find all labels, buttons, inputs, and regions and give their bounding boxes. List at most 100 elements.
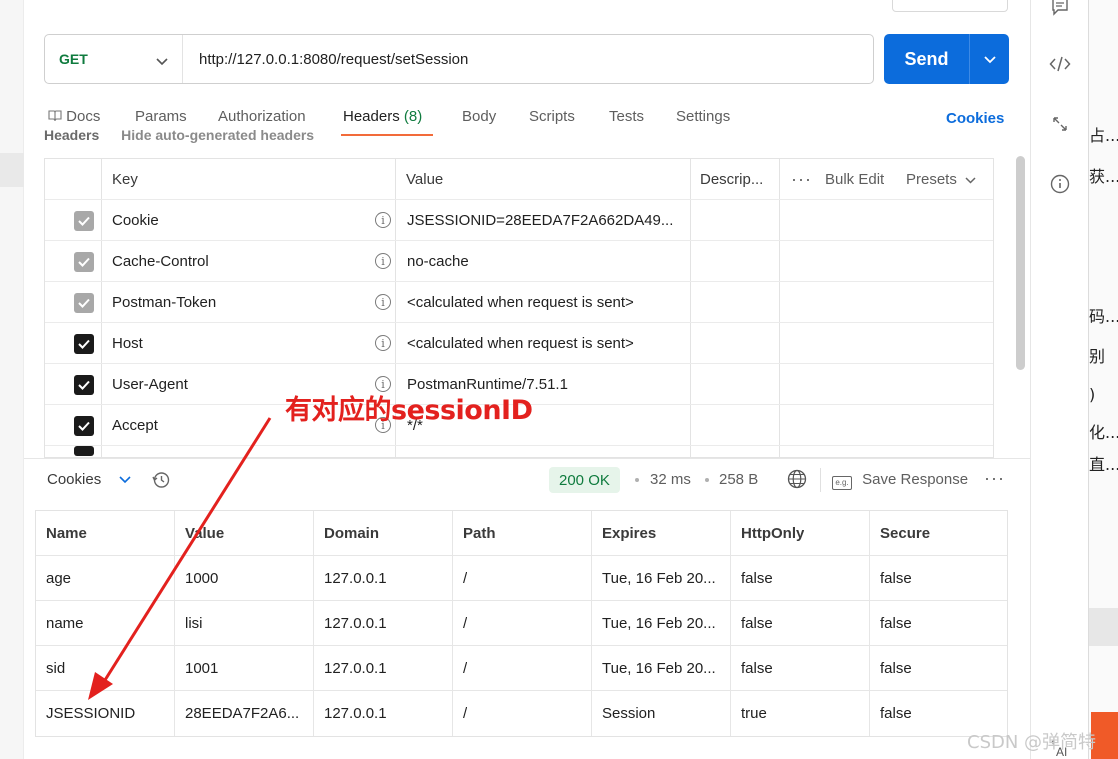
header-row: Cookie i JSESSIONID=28EEDA7F2A662DA49... [45, 200, 993, 241]
cookie-secure: false [880, 705, 912, 722]
tab-docs[interactable]: Docs [48, 108, 100, 125]
related-collections-icon[interactable] [1048, 112, 1072, 136]
cookie-domain: 127.0.0.1 [324, 570, 387, 587]
info-icon[interactable]: i [375, 253, 391, 269]
cookies-link[interactable]: Cookies [946, 110, 1004, 127]
header-enabled-checkbox[interactable] [74, 210, 94, 231]
header-value[interactable]: no-cache [407, 241, 469, 282]
cookie-name: JSESSIONID [46, 705, 136, 722]
chevron-down-icon [983, 51, 996, 67]
method-label: GET [59, 51, 88, 67]
cookie-path: / [463, 615, 468, 632]
cookie-path: / [463, 705, 468, 722]
response-time[interactable]: 32 ms [650, 471, 691, 488]
tab-tests[interactable]: Tests [609, 108, 644, 125]
table-row[interactable]: sid 1001 127.0.0.1 / Tue, 16 Feb 20... f… [36, 646, 1007, 691]
background-text: 码... [1089, 307, 1118, 326]
header-enabled-checkbox[interactable] [74, 292, 94, 313]
info-icon[interactable]: i [375, 294, 391, 310]
cookie-domain: 127.0.0.1 [324, 615, 387, 632]
cookie-value: 28EEDA7F2A6... [185, 705, 300, 722]
background-text: 获... [1089, 167, 1118, 186]
header-enabled-checkbox[interactable] [74, 446, 94, 456]
column-value: Value [406, 171, 444, 188]
method-select[interactable]: GET [45, 35, 183, 83]
table-row[interactable]: age 1000 127.0.0.1 / Tue, 16 Feb 20... f… [36, 556, 1007, 601]
bulk-edit-button[interactable]: Bulk Edit [825, 159, 884, 200]
header-value[interactable]: <calculated when request is sent> [407, 323, 634, 364]
presets-button[interactable]: Presets [906, 159, 976, 200]
save-response-button[interactable]: e.g. Save Response [832, 471, 968, 490]
url-input[interactable] [183, 35, 873, 83]
cookie-name: age [46, 570, 72, 587]
cookies-table: Name Value Domain Path Expires HttpOnly … [35, 510, 1008, 737]
status-badge[interactable]: 200 OK [549, 467, 620, 493]
header-key[interactable]: Cache-Control [112, 241, 209, 282]
column-value: Value [185, 525, 225, 542]
header-key[interactable]: Accept [112, 405, 158, 446]
header-key[interactable]: Cookie [112, 200, 159, 241]
cookie-httponly: false [741, 615, 773, 632]
send-label: Send [904, 48, 949, 69]
header-row: Host i <calculated when request is sent> [45, 323, 993, 364]
info-icon[interactable] [1048, 172, 1072, 196]
table-row[interactable]: JSESSIONID 28EEDA7F2A6... 127.0.0.1 / Se… [36, 691, 1007, 736]
headers-section-header: Headers Hide auto-generated headers [44, 130, 374, 144]
cookie-secure: false [880, 660, 912, 677]
background-text: 占... [1089, 126, 1118, 145]
tab-body[interactable]: Body [462, 108, 496, 125]
right-sidebar: AI [1030, 0, 1088, 759]
header-key[interactable]: Postman-Token [112, 282, 216, 323]
response-size[interactable]: 258 B [719, 471, 758, 488]
globe-icon[interactable] [787, 469, 807, 493]
cookie-expires: Tue, 16 Feb 20... [602, 615, 716, 632]
info-icon[interactable]: i [375, 212, 391, 228]
info-icon[interactable]: i [375, 335, 391, 351]
tab-headers[interactable]: Headers (8) [343, 108, 422, 125]
header-value[interactable]: JSESSIONID=28EEDA7F2A662DA49... [407, 200, 673, 241]
watermark: CSDN @弹简特 [967, 732, 1097, 753]
cookie-httponly: false [741, 660, 773, 677]
tab-scripts[interactable]: Scripts [529, 108, 575, 125]
headers-section-title: Headers [44, 130, 100, 143]
header-value[interactable]: <calculated when request is sent> [407, 282, 634, 323]
column-expires: Expires [602, 525, 657, 542]
table-row[interactable]: name lisi 127.0.0.1 / Tue, 16 Feb 20... … [36, 601, 1007, 646]
header-enabled-checkbox[interactable] [74, 415, 94, 436]
more-options-icon[interactable]: ··· [984, 468, 1005, 489]
sidebar-selected-item[interactable] [0, 153, 24, 187]
send-button[interactable]: Send [884, 34, 1009, 84]
cookie-expires: Tue, 16 Feb 20... [602, 570, 716, 587]
history-icon[interactable] [151, 470, 171, 494]
cookie-domain: 127.0.0.1 [324, 705, 387, 722]
cookie-httponly: true [741, 705, 767, 722]
docs-icon [48, 109, 62, 122]
cookie-value: lisi [185, 615, 203, 632]
comments-icon[interactable] [1048, 0, 1072, 18]
response-tab-cookies[interactable]: Cookies [47, 471, 131, 488]
cookie-name: name [46, 615, 84, 632]
column-description: Descrip... [700, 171, 764, 188]
header-enabled-checkbox[interactable] [74, 333, 94, 354]
headers-scrollbar[interactable] [1016, 156, 1025, 370]
header-key[interactable]: User-Agent [112, 364, 188, 405]
hide-auto-headers-toggle[interactable]: Hide auto-generated headers [121, 130, 314, 143]
header-key[interactable]: Host [112, 323, 143, 364]
tab-params[interactable]: Params [135, 108, 187, 125]
top-toolbar-fragment [24, 0, 1030, 14]
code-icon[interactable] [1048, 52, 1072, 76]
tab-settings[interactable]: Settings [676, 108, 730, 125]
send-options-button[interactable] [969, 34, 1009, 84]
background-text: ) [1089, 385, 1096, 404]
cookie-path: / [463, 660, 468, 677]
chevron-down-icon [156, 53, 168, 69]
header-enabled-checkbox[interactable] [74, 374, 94, 395]
tab-authorization[interactable]: Authorization [218, 108, 306, 125]
column-secure: Secure [880, 525, 931, 542]
header-enabled-checkbox[interactable] [74, 251, 94, 272]
cookie-secure: false [880, 570, 912, 587]
annotation-label: 有对应的sessionID [285, 395, 533, 426]
column-name: Name [46, 525, 87, 542]
more-options-icon[interactable]: ··· [791, 159, 812, 200]
environment-selector[interactable] [892, 0, 1008, 12]
